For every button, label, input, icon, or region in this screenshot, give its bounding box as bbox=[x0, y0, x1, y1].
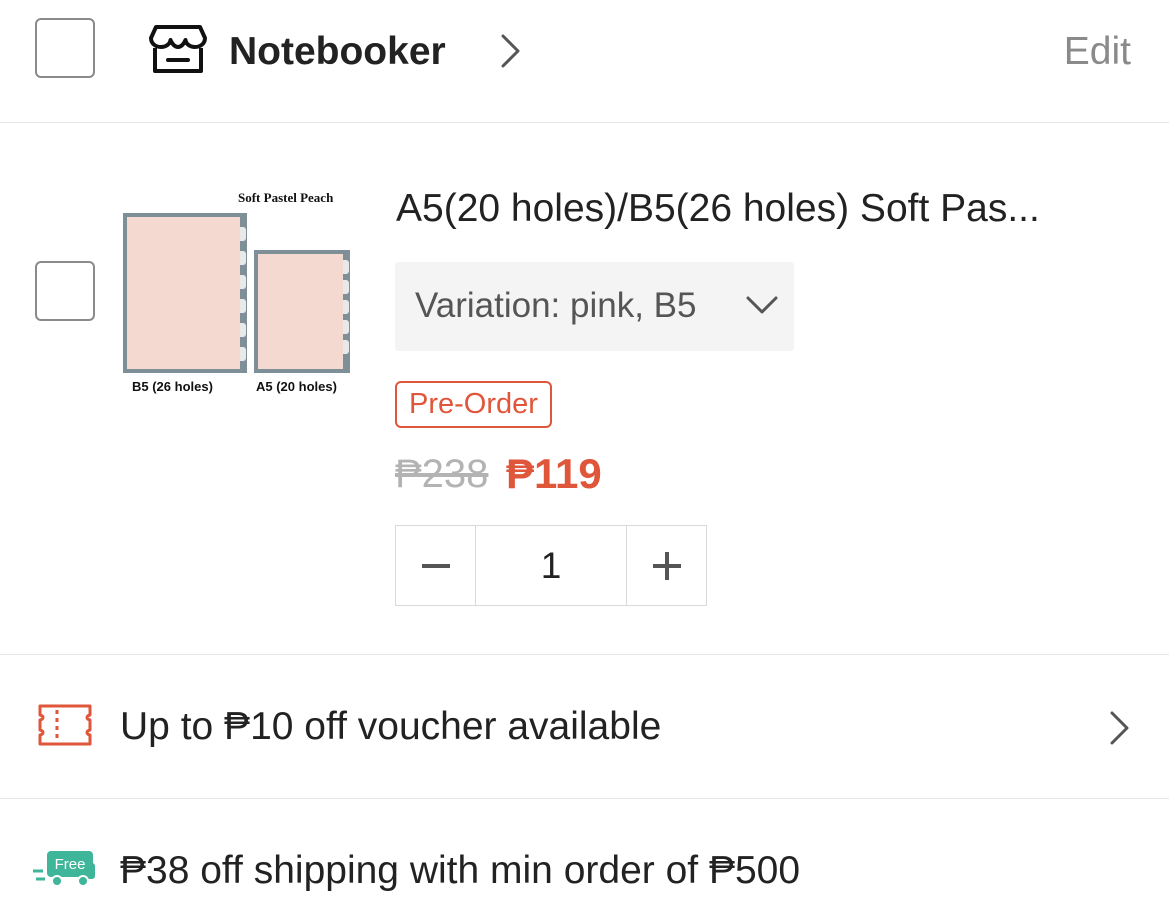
chevron-right-icon[interactable] bbox=[497, 32, 523, 70]
chevron-right-icon bbox=[1106, 709, 1132, 747]
quantity-input[interactable]: 1 bbox=[476, 526, 627, 605]
edit-button[interactable]: Edit bbox=[1064, 28, 1131, 76]
chevron-down-icon bbox=[745, 295, 779, 317]
store-icon[interactable] bbox=[148, 24, 208, 76]
quantity-stepper: 1 bbox=[395, 525, 707, 606]
free-shipping-truck-icon: Free bbox=[33, 849, 97, 889]
shipping-promo-row[interactable]: Free ₱38 off shipping with min order of … bbox=[0, 799, 1169, 923]
image-caption-b5: B5 (26 holes) bbox=[132, 379, 213, 394]
increase-quantity-button[interactable] bbox=[627, 526, 707, 605]
cart-item: Soft Pastel Peach B5 (26 holes) A5 (20 h… bbox=[0, 123, 1169, 655]
free-label: Free bbox=[55, 856, 86, 873]
original-price: ₱238 bbox=[395, 452, 489, 496]
image-caption-top: Soft Pastel Peach bbox=[238, 190, 334, 205]
variation-selector[interactable]: Variation: pink, B5 bbox=[395, 262, 794, 351]
divider-sheet-a5 bbox=[254, 250, 350, 373]
voucher-row[interactable]: Up to ₱10 off voucher available bbox=[0, 655, 1169, 799]
voucher-text: Up to ₱10 off voucher available bbox=[120, 705, 662, 748]
product-title[interactable]: A5(20 holes)/B5(26 holes) Soft Pas... bbox=[396, 185, 1136, 233]
decrease-quantity-button[interactable] bbox=[396, 526, 476, 605]
minus-icon bbox=[422, 564, 450, 568]
variation-label: Variation: pink, B5 bbox=[415, 286, 697, 325]
divider-sheet-b5 bbox=[123, 213, 247, 373]
item-select-checkbox[interactable] bbox=[35, 261, 95, 321]
shipping-promo-text: ₱38 off shipping with min order of ₱500 bbox=[120, 849, 801, 892]
shop-header: Notebooker Edit bbox=[0, 0, 1169, 123]
plus-icon-v bbox=[665, 552, 669, 580]
sale-price: ₱119 bbox=[506, 450, 602, 497]
product-image[interactable]: Soft Pastel Peach B5 (26 holes) A5 (20 h… bbox=[118, 185, 354, 401]
image-caption-a5: A5 (20 holes) bbox=[256, 379, 337, 394]
preorder-badge: Pre-Order bbox=[395, 381, 552, 428]
shop-name[interactable]: Notebooker bbox=[229, 28, 446, 76]
shop-select-checkbox[interactable] bbox=[35, 18, 95, 78]
voucher-ticket-icon bbox=[37, 703, 93, 747]
